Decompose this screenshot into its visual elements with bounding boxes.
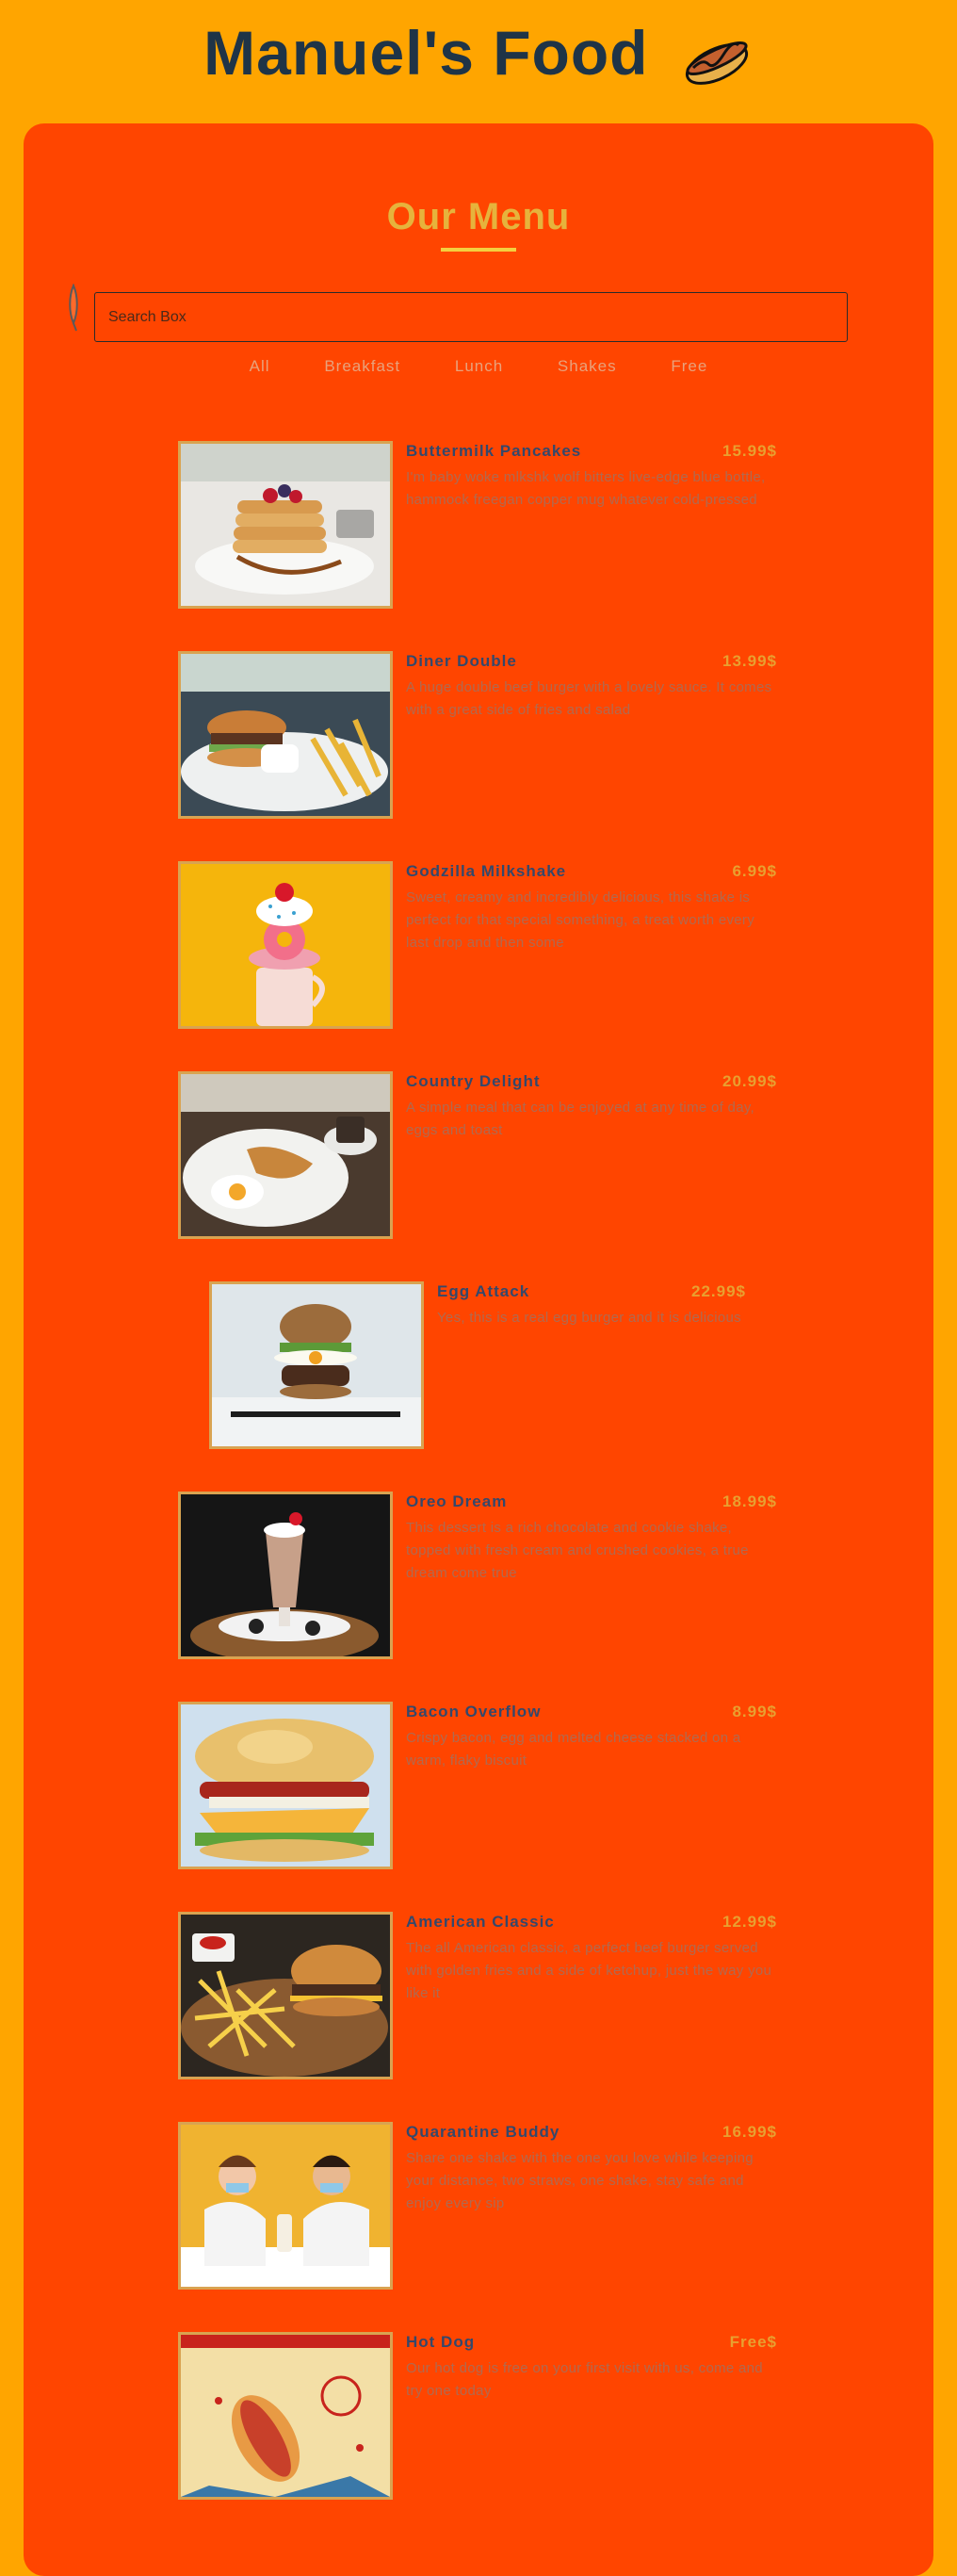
menu-heading: Our Menu <box>386 196 571 237</box>
item-name: Buttermilk Pancakes <box>406 442 582 460</box>
item-price: 15.99$ <box>722 442 777 460</box>
item-name: Egg Attack <box>437 1282 530 1300</box>
menu-item: Bacon Overflow 8.99$ Crispy bacon, egg a… <box>178 1702 777 1869</box>
item-description: The all American classic, a perfect beef… <box>406 1940 772 2001</box>
item-description: A huge double beef burger with a lovely … <box>406 679 772 718</box>
heading-underline <box>441 248 516 252</box>
menu-item: Hot Dog Free$ Our hot dog is free on you… <box>178 2332 777 2500</box>
filter-breakfast[interactable]: Breakfast <box>324 357 400 375</box>
item-price: 13.99$ <box>722 652 777 670</box>
item-name: Godzilla Milkshake <box>406 862 567 880</box>
item-description: Sweet, creamy and incredibly delicious, … <box>406 889 755 951</box>
milkshake-photo <box>178 861 393 1029</box>
item-description: A simple meal that can be enjoyed at any… <box>406 1100 754 1138</box>
couple-shake-photo <box>178 2122 393 2290</box>
item-name: Bacon Overflow <box>406 1703 542 1720</box>
menu-item: Oreo Dream 18.99$ This dessert is a rich… <box>178 1492 777 1659</box>
item-price: 8.99$ <box>732 1703 777 1720</box>
menu-item: Buttermilk Pancakes 15.99$ I'm baby woke… <box>178 441 777 609</box>
item-price: 16.99$ <box>722 2123 777 2141</box>
menu-item: Godzilla Milkshake 6.99$ Sweet, creamy a… <box>178 861 777 1029</box>
item-price: 20.99$ <box>722 1072 777 1090</box>
search-input[interactable] <box>94 292 848 342</box>
hotdog-poster-photo <box>178 2332 393 2500</box>
item-description: This dessert is a rich chocolate and coo… <box>406 1520 749 1581</box>
bacon-sandwich-photo <box>178 1702 393 1869</box>
category-filters: All Breakfast Lunch Shakes Free <box>24 357 933 376</box>
item-price: Free$ <box>729 2333 777 2351</box>
menu-item: Diner Double 13.99$ A huge double beef b… <box>178 651 777 819</box>
menu-item: Egg Attack 22.99$ Yes, this is a real eg… <box>209 1281 746 1449</box>
menu-item: American Classic 12.99$ The all American… <box>178 1912 777 2079</box>
item-price: 12.99$ <box>722 1913 777 1931</box>
item-name: Quarantine Buddy <box>406 2123 560 2141</box>
item-description: Share one shake with the one you love wh… <box>406 2150 754 2211</box>
item-price: 22.99$ <box>691 1282 746 1300</box>
hotdog-icon <box>685 41 748 85</box>
item-description: Yes, this is a real egg burger and it is… <box>437 1310 741 1326</box>
filter-shakes[interactable]: Shakes <box>558 357 617 375</box>
filter-free[interactable]: Free <box>671 357 707 375</box>
filter-lunch[interactable]: Lunch <box>455 357 503 375</box>
item-description: Our hot dog is free on your first visit … <box>406 2360 763 2399</box>
item-name: Hot Dog <box>406 2333 476 2351</box>
menu-panel: Our Menu All Breakfast Lunch Shakes Free… <box>24 123 933 2576</box>
filter-all[interactable]: All <box>250 357 270 375</box>
item-name: Country Delight <box>406 1072 541 1090</box>
oreo-shake-photo <box>178 1492 393 1659</box>
item-name: American Classic <box>406 1913 555 1931</box>
item-price: 18.99$ <box>722 1492 777 1510</box>
breakfast-plate-photo <box>178 1071 393 1239</box>
site-title: Manuel's Food <box>0 13 957 92</box>
item-description: I'm baby woke mlkshk wolf bitters live-e… <box>406 469 766 508</box>
menu-item: Country Delight 20.99$ A simple meal tha… <box>178 1071 777 1239</box>
burger-fries-photo <box>178 651 393 819</box>
item-description: Crispy bacon, egg and melted cheese stac… <box>406 1730 741 1769</box>
search-icon[interactable] <box>66 284 81 333</box>
classic-burger-photo <box>178 1912 393 2079</box>
egg-burger-photo <box>209 1281 424 1449</box>
menu-item: Quarantine Buddy 16.99$ Share one shake … <box>178 2122 777 2290</box>
site-title-text: Manuel's Food <box>203 18 649 88</box>
item-price: 6.99$ <box>732 862 777 880</box>
item-name: Diner Double <box>406 652 517 670</box>
pancakes-photo <box>178 441 393 609</box>
item-name: Oreo Dream <box>406 1492 508 1510</box>
